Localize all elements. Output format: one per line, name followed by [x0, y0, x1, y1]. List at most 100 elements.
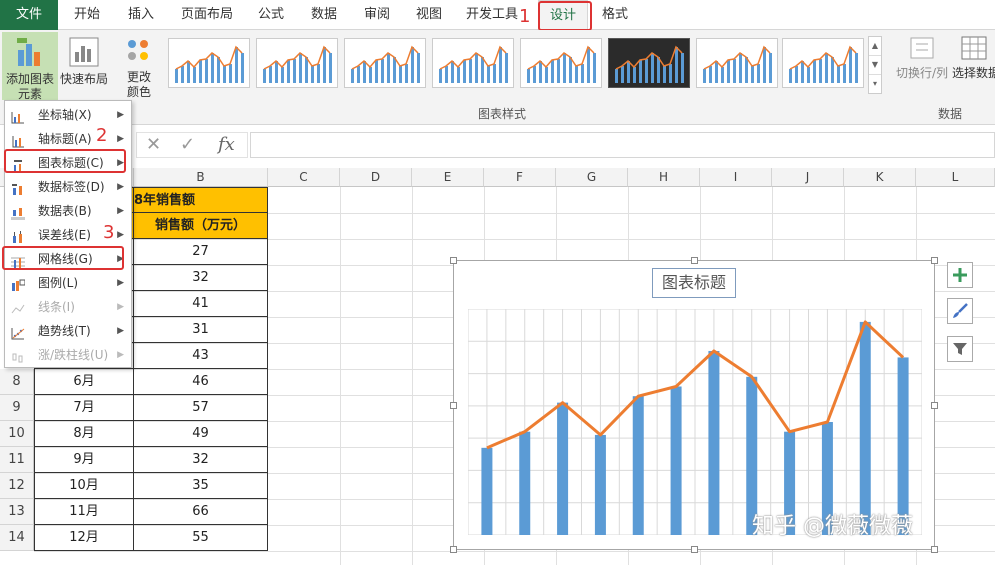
row-header[interactable]: 13 [0, 499, 34, 525]
tab-home[interactable]: 开始 [64, 0, 110, 30]
cell-month[interactable]: 7月 [34, 395, 134, 421]
resize-handle[interactable] [450, 402, 457, 409]
tab-review[interactable]: 审阅 [354, 0, 400, 30]
add-chart-element-button[interactable]: 添加图表元素 [2, 32, 58, 101]
chart-style-4[interactable] [432, 38, 514, 88]
chart-style-2[interactable] [256, 38, 338, 88]
tab-developer[interactable]: 开发工具 [460, 0, 524, 30]
chart-style-5[interactable] [520, 38, 602, 88]
cell-month[interactable]: 12月 [34, 525, 134, 551]
cell-value[interactable]: 66 [134, 499, 268, 525]
tab-format[interactable]: 格式 [592, 0, 638, 30]
chart-bar[interactable] [481, 447, 493, 535]
cell-month[interactable]: 9月 [34, 447, 134, 473]
tab-insert[interactable]: 插入 [116, 0, 166, 30]
column-header[interactable]: B [134, 168, 268, 187]
function-icon[interactable]: fx [218, 134, 235, 155]
column-header[interactable]: G [556, 168, 628, 187]
chart-bar[interactable] [519, 431, 531, 535]
column-header[interactable]: E [412, 168, 484, 187]
row-header[interactable]: 10 [0, 421, 34, 447]
column-header[interactable]: L [916, 168, 995, 187]
cell-value[interactable]: 41 [134, 291, 268, 317]
resize-handle[interactable] [931, 546, 938, 553]
table-title[interactable]: 8年销售额 [134, 187, 268, 213]
more-styles-icon[interactable]: ▾ [869, 75, 881, 94]
resize-handle[interactable] [691, 257, 698, 264]
resize-handle[interactable] [691, 546, 698, 553]
resize-handle[interactable] [450, 257, 457, 264]
menu-item-data-labels[interactable]: 数据标签(D) ▶ [5, 175, 131, 199]
cell-value[interactable]: 43 [134, 343, 268, 369]
resize-handle[interactable] [931, 402, 938, 409]
enter-icon[interactable]: ✓ [180, 134, 195, 155]
column-header[interactable]: D [340, 168, 412, 187]
column-header[interactable]: F [484, 168, 556, 187]
chart-title[interactable]: 图表标题 [652, 268, 736, 298]
formula-input[interactable] [250, 132, 995, 158]
cell-value[interactable]: 27 [134, 239, 268, 265]
chart-styles-scroll[interactable]: ▲ ▼ ▾ [868, 36, 882, 94]
cell-month[interactable]: 6月 [34, 369, 134, 395]
cell-month[interactable]: 8月 [34, 421, 134, 447]
menu-item-up-down-bars[interactable]: 涨/跌柱线(U) ▶ [5, 343, 131, 367]
cell-value[interactable]: 49 [134, 421, 268, 447]
cell-month[interactable]: 11月 [34, 499, 134, 525]
chart-object[interactable]: 图表标题 [450, 257, 938, 553]
chart-filters-button[interactable] [947, 336, 973, 362]
change-colors-button[interactable]: 更改颜色 [114, 32, 164, 100]
cancel-icon[interactable]: ✕ [146, 134, 161, 155]
chart-style-8[interactable] [782, 38, 864, 88]
chart-elements-button[interactable] [947, 262, 973, 288]
chart-bar[interactable] [859, 321, 871, 535]
tab-page-layout[interactable]: 页面布局 [172, 0, 242, 30]
chart-style-7[interactable] [696, 38, 778, 88]
tab-data[interactable]: 数据 [300, 0, 348, 30]
scroll-down-icon[interactable]: ▼ [869, 56, 881, 75]
cell-value[interactable]: 32 [134, 447, 268, 473]
chart-style-1[interactable] [168, 38, 250, 88]
cell-value[interactable]: 46 [134, 369, 268, 395]
column-header[interactable]: C [268, 168, 340, 187]
chart-bar[interactable] [632, 396, 644, 535]
chart-style-3[interactable] [344, 38, 426, 88]
chart-styles-button[interactable] [947, 298, 973, 324]
row-header[interactable]: 14 [0, 525, 34, 551]
menu-item-trendline[interactable]: 趋势线(T) ▶ [5, 319, 131, 343]
scroll-up-icon[interactable]: ▲ [869, 37, 881, 56]
row-header[interactable]: 11 [0, 447, 34, 473]
chart-plot-area[interactable] [468, 309, 922, 535]
column-header[interactable]: J [772, 168, 844, 187]
row-header[interactable]: 9 [0, 395, 34, 421]
cell-value[interactable]: 55 [134, 525, 268, 551]
column-header[interactable]: K [844, 168, 916, 187]
menu-item-legend[interactable]: 图例(L) ▶ [5, 271, 131, 295]
column-header[interactable]: I [700, 168, 772, 187]
cell-value[interactable]: 31 [134, 317, 268, 343]
chart-bar[interactable] [594, 434, 606, 535]
menu-item-axis-titles[interactable]: 轴标题(A) ▶ [5, 127, 131, 151]
tab-formulas[interactable]: 公式 [248, 0, 294, 30]
chart-style-6[interactable] [608, 38, 690, 88]
row-header[interactable]: 8 [0, 369, 34, 395]
header-sales[interactable]: 销售额（万元） [134, 213, 268, 239]
row-header[interactable]: 12 [0, 473, 34, 499]
menu-item-axes[interactable]: 坐标轴(X) ▶ [5, 103, 131, 127]
menu-item-lines[interactable]: 线条(I) ▶ [5, 295, 131, 319]
tab-file[interactable]: 文件 [0, 0, 58, 30]
chart-bar[interactable] [670, 386, 682, 535]
resize-handle[interactable] [931, 257, 938, 264]
tab-view[interactable]: 视图 [406, 0, 452, 30]
resize-handle[interactable] [450, 546, 457, 553]
menu-item-data-table[interactable]: 数据表(B) ▶ [5, 199, 131, 223]
cell-value[interactable]: 35 [134, 473, 268, 499]
cell-value[interactable]: 57 [134, 395, 268, 421]
quick-layout-button[interactable]: 快速布局 [58, 32, 110, 100]
column-header[interactable]: H [628, 168, 700, 187]
select-data-button[interactable]: 选择数据 [952, 34, 995, 94]
chart-bar[interactable] [708, 350, 720, 535]
cell-month[interactable]: 10月 [34, 473, 134, 499]
cell-value[interactable]: 32 [134, 265, 268, 291]
chart-bar[interactable] [557, 402, 569, 535]
switch-row-col-button[interactable]: 切换行/列 [894, 34, 950, 94]
